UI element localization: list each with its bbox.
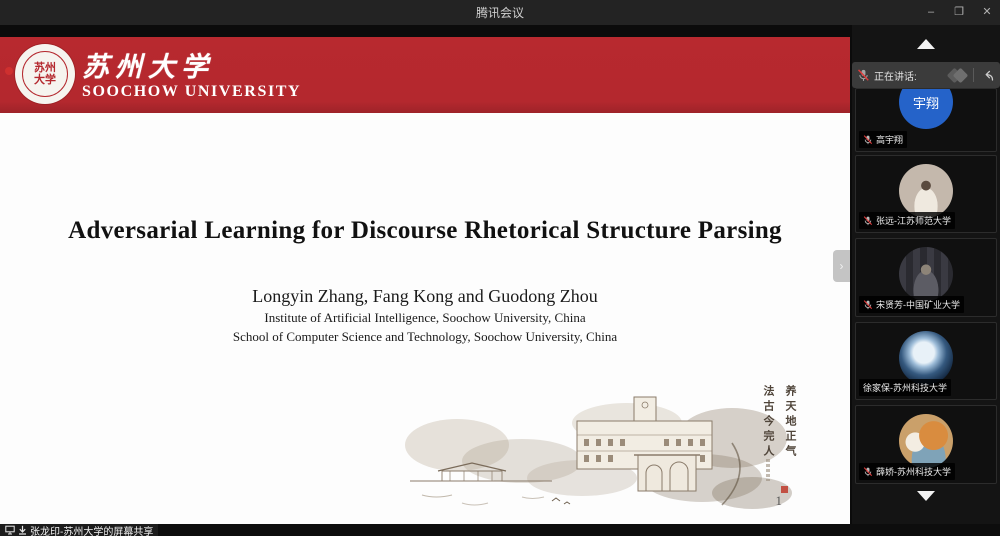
- participant-name-chip: 宋贤芳-中国矿业大学: [859, 296, 964, 313]
- participant-name-chip: 薛娇-苏州科技大学: [859, 463, 955, 480]
- record-dot: [5, 67, 13, 75]
- slide-authors: Longyin Zhang, Fang Kong and Guodong Zho…: [0, 286, 850, 307]
- university-motto: 养天地正气 法古今完人: [632, 385, 798, 460]
- speaking-label: 正在讲话:: [874, 68, 917, 83]
- participant-tile[interactable]: 宇翔 高宇翔: [855, 88, 997, 152]
- maximize-icon[interactable]: ❐: [952, 0, 966, 25]
- slide-title: Adversarial Learning for Discourse Rheto…: [0, 217, 850, 245]
- participant-name: 薛娇-苏州科技大学: [876, 465, 951, 478]
- participant-tile[interactable]: 张远-江苏师范大学: [855, 155, 997, 233]
- share-label: 张龙印-苏州大学的屏幕共享: [30, 523, 153, 536]
- mic-muted-icon: [863, 467, 873, 477]
- mic-muted-icon: [863, 300, 873, 310]
- participant-tile[interactable]: 宋贤芳-中国矿业大学: [855, 238, 997, 317]
- participant-name: 张远-江苏师范大学: [876, 214, 951, 227]
- window-titlebar: 腾讯会议 – ❐ ✕: [0, 0, 1000, 25]
- participant-name: 宋贤芳-中国矿业大学: [876, 298, 960, 311]
- minimize-icon[interactable]: –: [924, 0, 938, 25]
- scroll-down-icon[interactable]: [917, 491, 935, 501]
- slide-banner: 苏州大学 苏州大学 SOOCHOW UNIVERSITY: [0, 37, 850, 113]
- audio-share-icon: [18, 525, 27, 535]
- speaking-avatars: [949, 70, 966, 81]
- presentation-slide: 苏州大学 苏州大学 SOOCHOW UNIVERSITY Adversarial…: [0, 37, 850, 524]
- scroll-up-icon[interactable]: [917, 39, 935, 49]
- participant-name: 徐家保-苏州科技大学: [863, 381, 947, 394]
- participant-tile[interactable]: 薛娇-苏州科技大学: [855, 405, 997, 484]
- avatar: 宇翔: [899, 88, 953, 129]
- mic-muted-icon: [863, 216, 873, 226]
- window-controls: – ❐ ✕: [924, 0, 994, 25]
- seal-ring: 苏州大学: [22, 51, 68, 97]
- speaking-indicator-bar: 正在讲话:: [852, 62, 1000, 88]
- panel-collapse-handle[interactable]: ›: [833, 250, 850, 282]
- university-seal-logo: 苏州大学: [15, 44, 75, 104]
- close-icon[interactable]: ✕: [980, 0, 994, 25]
- screen-share-stage: 苏州大学 苏州大学 SOOCHOW UNIVERSITY Adversarial…: [0, 25, 852, 524]
- avatar: [899, 164, 953, 218]
- participant-name: 高宇翔: [876, 133, 903, 146]
- screen-share-icon: [5, 525, 15, 535]
- slide-affiliation-1: Institute of Artificial Intelligence, So…: [0, 310, 850, 326]
- avatar: [899, 414, 953, 468]
- screen-share-status-chip: 张龙印-苏州大学的屏幕共享: [0, 524, 158, 536]
- participant-name-chip: 徐家保-苏州科技大学: [859, 379, 951, 396]
- university-name-cn: 苏州大学: [82, 45, 214, 84]
- avatar: [899, 247, 953, 301]
- mic-muted-icon: [857, 69, 870, 82]
- window-title: 腾讯会议: [0, 4, 1000, 21]
- divider: [973, 68, 974, 82]
- avatar: [899, 331, 953, 385]
- artist-signature: [766, 459, 770, 481]
- red-stamp: [781, 486, 788, 493]
- participant-name-chip: 高宇翔: [859, 131, 907, 148]
- campus-ink-painting: 养天地正气 法古今完人 1: [402, 383, 804, 513]
- tencent-meeting-window: 腾讯会议 – ❐ ✕ 苏州大学 苏州大学 SOOCHOW UNIVERSITY …: [0, 0, 1000, 536]
- slide-page-number: 1: [776, 493, 783, 509]
- university-name-en: SOOCHOW UNIVERSITY: [82, 83, 301, 101]
- mic-muted-icon: [863, 135, 873, 145]
- seal-text: 苏州大学: [32, 62, 58, 86]
- participants-panel: 正在讲话: 宇翔 高宇翔: [852, 25, 1000, 524]
- bottom-status-bar: 张龙印-苏州大学的屏幕共享: [0, 524, 1000, 536]
- motto-column-2: 法古今完人: [760, 385, 776, 460]
- slide-affiliation-2: School of Computer Science and Technolog…: [0, 329, 850, 345]
- participant-name-chip: 张远-江苏师范大学: [859, 212, 955, 229]
- reply-arrow-icon[interactable]: [981, 68, 995, 82]
- motto-column-1: 养天地正气: [782, 385, 798, 460]
- participant-tile[interactable]: 徐家保-苏州科技大学: [855, 322, 997, 400]
